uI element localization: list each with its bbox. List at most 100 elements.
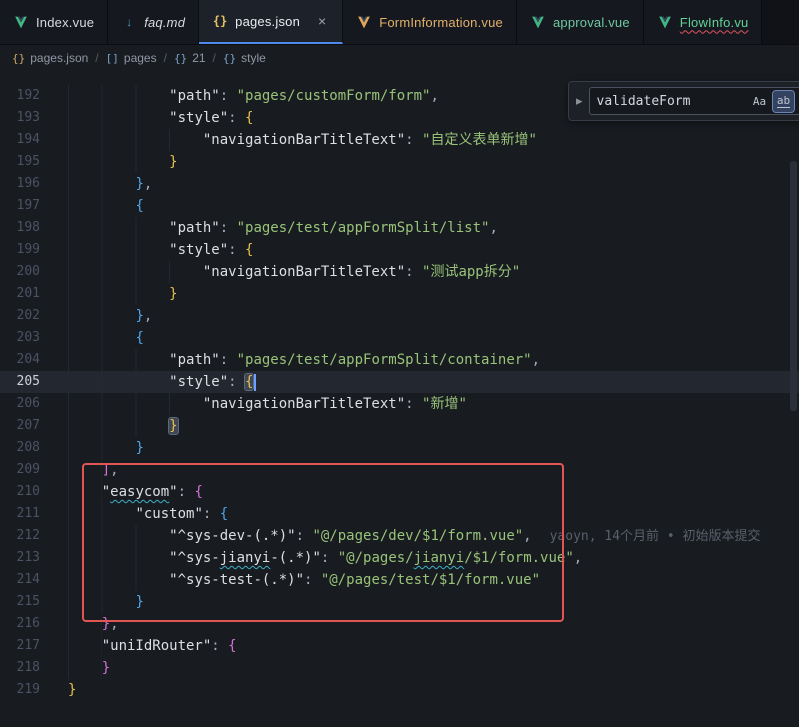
code-line-214[interactable]: 214 "^sys-test-(.*)": "@/pages/test/$1/f…	[0, 569, 799, 591]
line-text: "navigationBarTitleText": "新增"	[68, 393, 467, 415]
code-line-212[interactable]: 212 "^sys-dev-(.*)": "@/pages/dev/$1/for…	[0, 525, 799, 547]
line-text: "path": "pages/test/appFormSplit/list",	[68, 217, 498, 239]
find-query-text[interactable]: validateForm	[597, 94, 745, 109]
chevron-right-icon[interactable]: ▸	[576, 93, 583, 109]
code-line-194[interactable]: 194 "navigationBarTitleText": "自定义表单新增"	[0, 129, 799, 151]
code-line-197[interactable]: 197 {	[0, 195, 799, 217]
vue-icon	[657, 14, 673, 30]
code-line-207[interactable]: 207 }	[0, 415, 799, 437]
code-line-200[interactable]: 200 "navigationBarTitleText": "测试app拆分"	[0, 261, 799, 283]
find-input[interactable]: validateForm Aaab.*	[589, 87, 799, 115]
code-line-202[interactable]: 202 },	[0, 305, 799, 327]
scrollbar-thumb[interactable]	[790, 161, 797, 411]
tab-label: FormInformation.vue	[379, 15, 503, 30]
line-number: 205	[0, 371, 40, 393]
tab-label: Index.vue	[36, 15, 94, 30]
code-line-213[interactable]: 213 "^sys-jianyi-(.*)": "@/pages/jianyi/…	[0, 547, 799, 569]
code-line-206[interactable]: 206 "navigationBarTitleText": "新增"	[0, 393, 799, 415]
code-line-218[interactable]: 218 }	[0, 657, 799, 679]
line-text: "uniIdRouter": {	[68, 635, 237, 657]
code-line-208[interactable]: 208 }	[0, 437, 799, 459]
tab-index-vue[interactable]: Index.vue	[0, 0, 108, 44]
match-case-toggle[interactable]: Aa	[749, 91, 770, 112]
breadcrumb-item-style[interactable]: {}style	[223, 51, 266, 65]
vue-icon	[356, 14, 372, 30]
code-editor[interactable]: 192 "path": "pages/customForm/form",193 …	[0, 71, 799, 727]
line-number: 197	[0, 195, 40, 217]
line-text: "navigationBarTitleText": "自定义表单新增"	[68, 129, 537, 151]
line-text: "path": "pages/customForm/form",	[68, 85, 439, 107]
breadcrumb-item-21[interactable]: {}21	[174, 51, 206, 65]
code-line-210[interactable]: 210 "easycom": {	[0, 481, 799, 503]
markdown-icon: ↓	[121, 14, 137, 30]
braces-icon: {}	[223, 51, 236, 65]
match-case-icon: Aa	[753, 95, 766, 108]
tab-forminformation-vue[interactable]: FormInformation.vue	[343, 0, 517, 44]
line-text: }	[68, 657, 110, 679]
code-line-219[interactable]: 219}	[0, 679, 799, 701]
line-number: 195	[0, 151, 40, 173]
breadcrumb-label: 21	[192, 51, 205, 65]
close-icon[interactable]: ×	[315, 13, 329, 29]
line-number: 193	[0, 107, 40, 129]
code-line-205[interactable]: 205 "style": {	[0, 371, 799, 393]
line-number: 219	[0, 679, 40, 701]
breadcrumb: {}pages.json/[]pages/{}21/{}style	[0, 45, 799, 71]
line-number: 216	[0, 613, 40, 635]
line-text: }	[68, 151, 178, 173]
code-line-203[interactable]: 203 {	[0, 327, 799, 349]
tab-label: FlowInfo.vu	[680, 15, 749, 30]
code-line-198[interactable]: 198 "path": "pages/test/appFormSplit/lis…	[0, 217, 799, 239]
tab-pages-json[interactable]: {}pages.json×	[199, 0, 343, 44]
vue-icon	[530, 14, 546, 30]
line-text: ],	[68, 459, 119, 481]
line-text: "style": {	[68, 107, 253, 129]
line-number: 208	[0, 437, 40, 459]
brackets-icon: []	[106, 51, 119, 65]
code-content[interactable]: 192 "path": "pages/customForm/form",193 …	[0, 71, 799, 701]
find-widget: ▸ validateForm Aaab.*	[568, 81, 799, 121]
line-number: 210	[0, 481, 40, 503]
code-line-196[interactable]: 196 },	[0, 173, 799, 195]
code-line-209[interactable]: 209 ],	[0, 459, 799, 481]
line-number: 202	[0, 305, 40, 327]
breadcrumb-item-pages-json[interactable]: {}pages.json	[12, 51, 88, 65]
line-number: 200	[0, 261, 40, 283]
line-text: "style": {	[68, 239, 253, 261]
code-line-217[interactable]: 217 "uniIdRouter": {	[0, 635, 799, 657]
git-blame-annotation: yaoyn, 14个月前 • 初始版本提交	[550, 529, 761, 544]
line-text: "style": {	[68, 371, 256, 393]
line-number: 201	[0, 283, 40, 305]
code-line-199[interactable]: 199 "style": {	[0, 239, 799, 261]
tab-bar: Index.vue ↓ faq.md {}pages.json× FormInforma…	[0, 0, 799, 45]
line-text: },	[68, 613, 119, 635]
line-number: 209	[0, 459, 40, 481]
line-text: {	[68, 327, 144, 349]
line-number: 203	[0, 327, 40, 349]
code-line-216[interactable]: 216 },	[0, 613, 799, 635]
vue-icon	[13, 14, 29, 30]
tab-approval-vue[interactable]: approval.vue	[517, 0, 644, 44]
code-line-204[interactable]: 204 "path": "pages/test/appFormSplit/con…	[0, 349, 799, 371]
code-line-215[interactable]: 215 }	[0, 591, 799, 613]
breadcrumb-separator: /	[164, 51, 167, 65]
line-number: 199	[0, 239, 40, 261]
line-text: },	[68, 173, 152, 195]
breadcrumb-item-pages[interactable]: []pages	[106, 51, 157, 65]
line-text: },	[68, 305, 152, 327]
code-line-201[interactable]: 201 }	[0, 283, 799, 305]
line-number: 192	[0, 85, 40, 107]
line-text: {	[68, 195, 144, 217]
code-line-195[interactable]: 195 }	[0, 151, 799, 173]
line-text: "navigationBarTitleText": "测试app拆分"	[68, 261, 520, 283]
line-number: 212	[0, 525, 40, 547]
whole-word-icon: ab	[777, 94, 790, 108]
code-line-211[interactable]: 211 "custom": {	[0, 503, 799, 525]
tab-faq-md[interactable]: ↓ faq.md	[108, 0, 199, 44]
tab-label: faq.md	[144, 15, 185, 30]
whole-word-toggle[interactable]: ab	[773, 91, 794, 112]
line-number: 196	[0, 173, 40, 195]
tab-flowinfo-vu[interactable]: FlowInfo.vu	[644, 0, 763, 44]
line-number: 214	[0, 569, 40, 591]
scrollbar[interactable]	[789, 71, 799, 727]
